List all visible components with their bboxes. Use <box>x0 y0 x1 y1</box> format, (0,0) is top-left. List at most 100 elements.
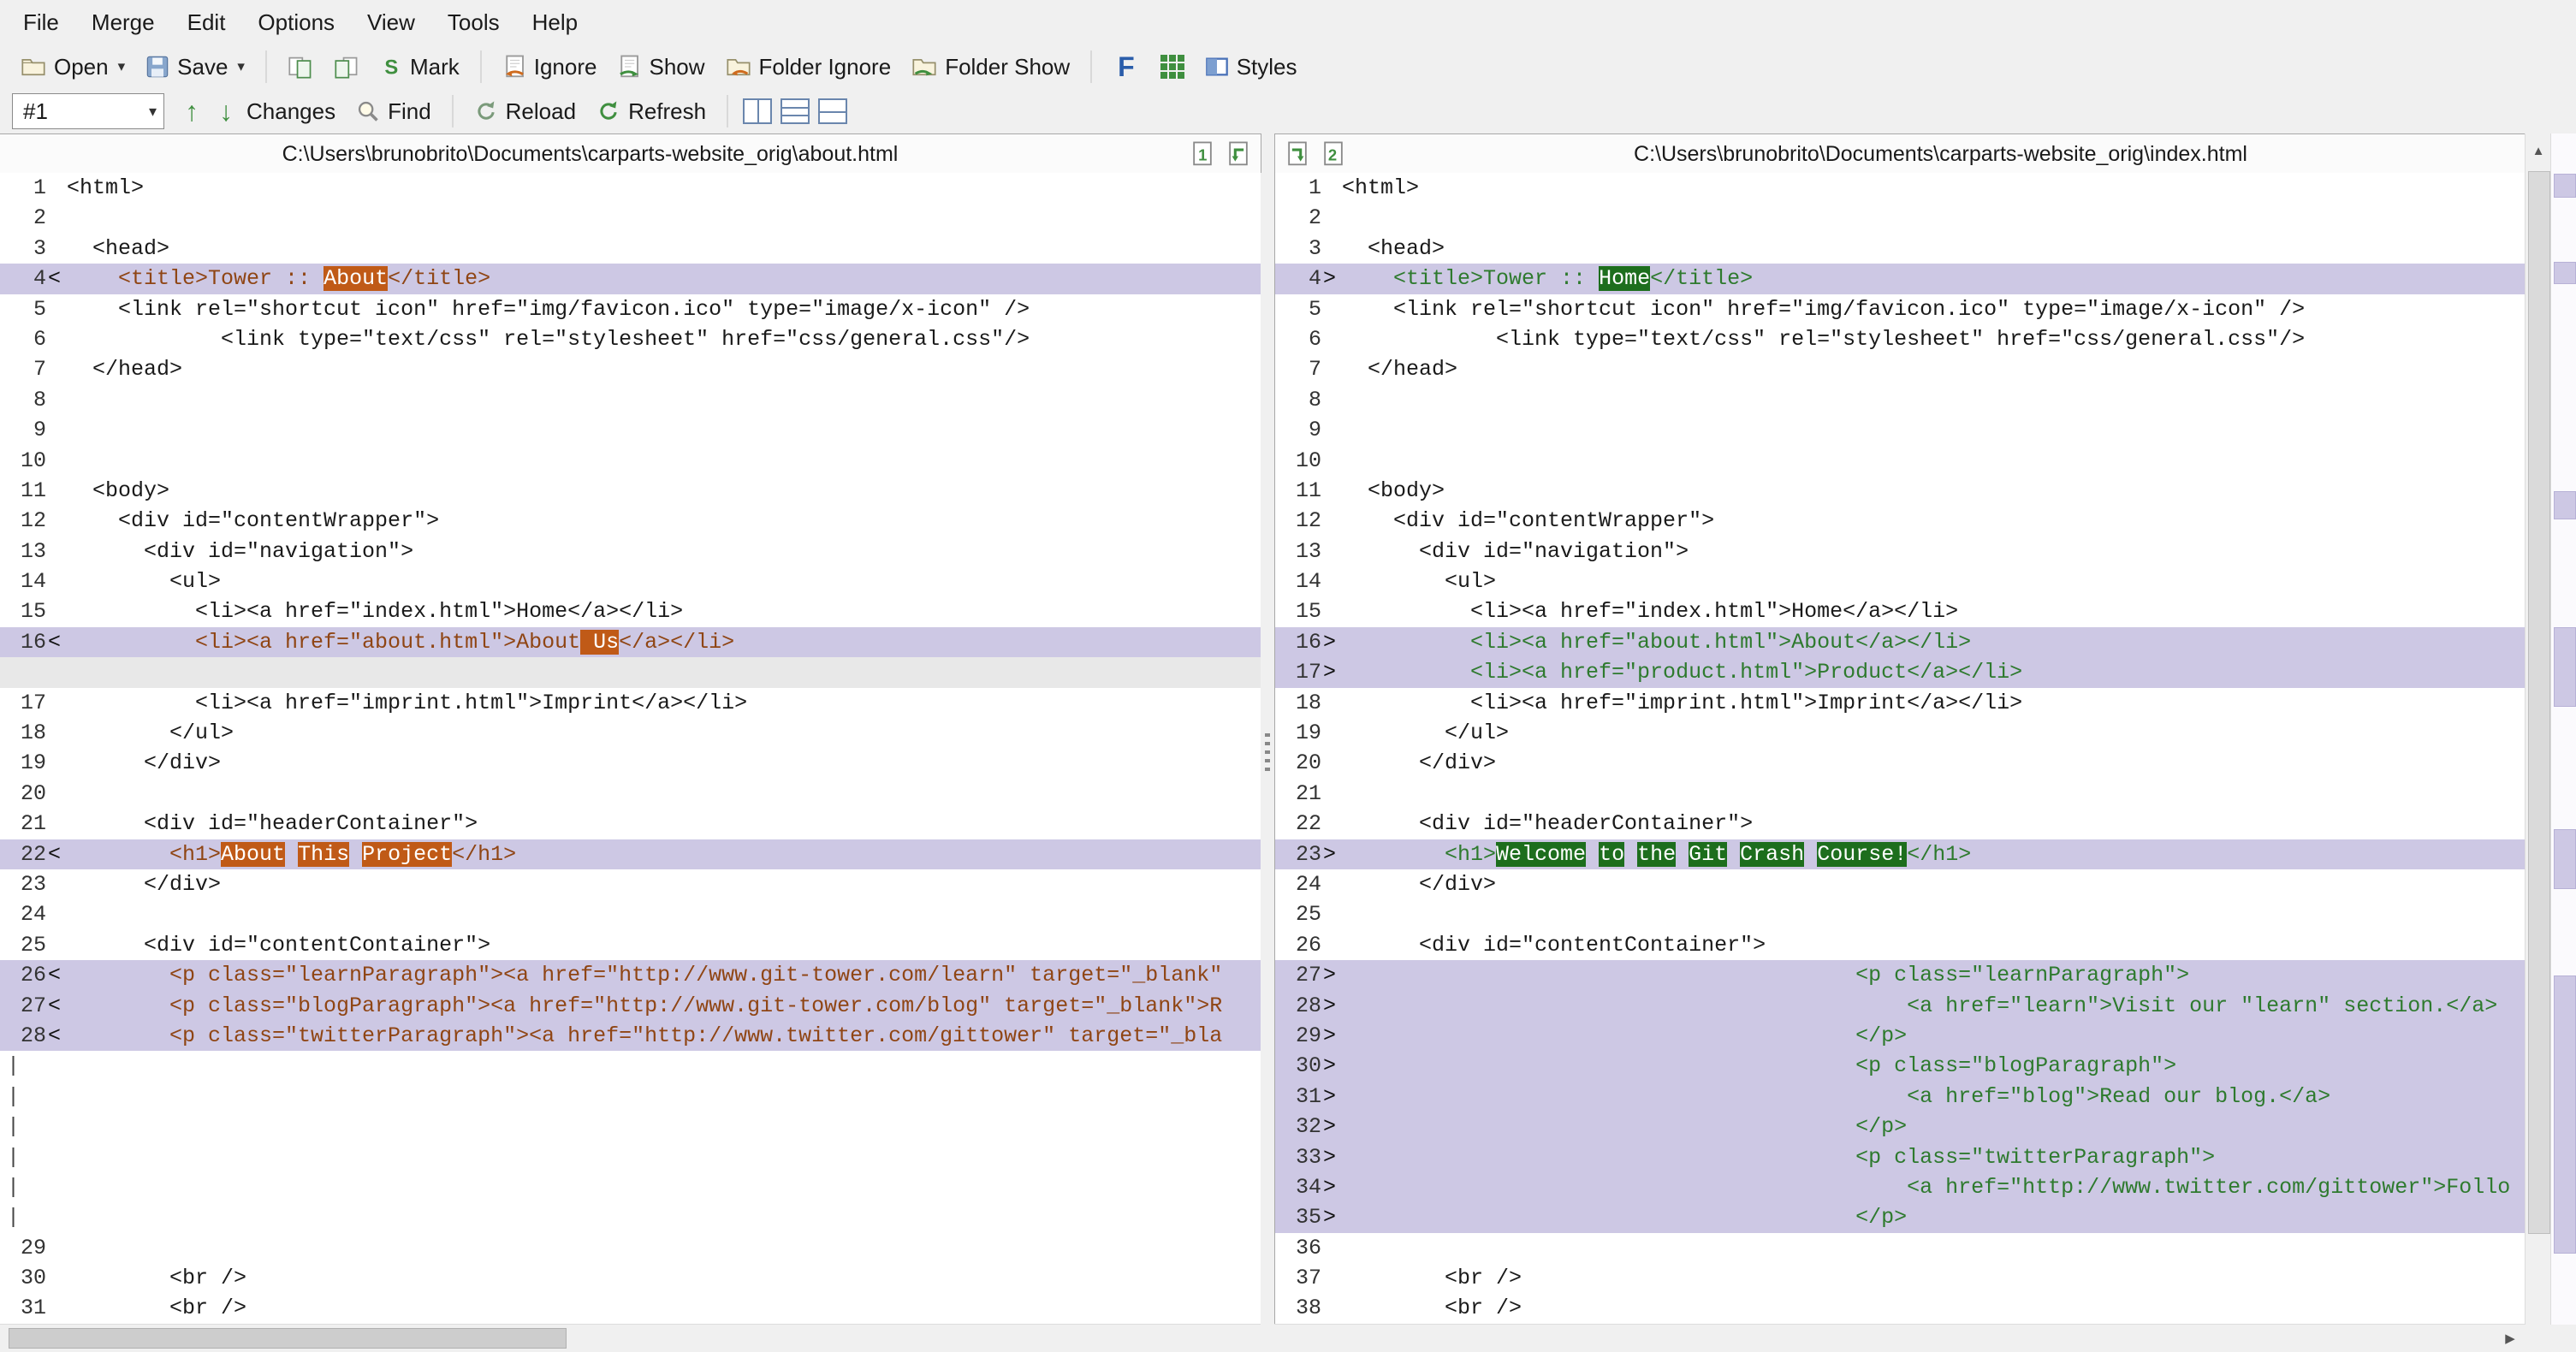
refresh-button[interactable]: Refresh <box>588 95 715 128</box>
pane-splitter[interactable] <box>1261 173 1274 1325</box>
code-line[interactable]: 6 <link type="text/css" rel="stylesheet"… <box>1275 324 2526 354</box>
code-line[interactable]: 33> <p class="twitterParagraph"> <box>1275 1141 2526 1172</box>
code-line[interactable]: 14 <ul> <box>1275 566 2526 596</box>
code-line[interactable]: 21 <box>1275 779 2526 809</box>
code-line[interactable]: 20 </div> <box>1275 748 2526 778</box>
code-line[interactable]: 35> </p> <box>1275 1202 2526 1233</box>
code-line[interactable]: 30 <br /> <box>0 1263 1261 1293</box>
diff-location-mark[interactable] <box>2554 627 2576 707</box>
code-line[interactable]: 18 <li><a href="imprint.html">Imprint</a… <box>1275 688 2526 718</box>
save-button[interactable]: Save ▾ <box>137 50 253 84</box>
code-line[interactable]: 27> <p class="learnParagraph"> <box>1275 960 2526 991</box>
diff-location-bar[interactable] <box>2550 133 2576 1352</box>
scroll-right-button[interactable]: ▶ <box>2496 1325 2525 1352</box>
right-horizontal-scrollbar[interactable]: ▶ <box>1274 1324 2525 1352</box>
code-line[interactable]: 24 <box>0 899 1261 929</box>
code-line[interactable]: 13 <div id="navigation"> <box>0 537 1261 566</box>
alignment-gap-row[interactable]: | <box>0 1202 1261 1233</box>
left-code-pane[interactable]: 1 <html> 2 3 <head> 4< <title>Tower :: About… <box>0 173 1261 1325</box>
find-button[interactable]: Find <box>347 95 440 128</box>
menu-edit[interactable]: Edit <box>171 0 242 44</box>
menu-tools[interactable]: Tools <box>431 0 516 44</box>
alignment-gap-row[interactable]: | <box>0 1141 1261 1172</box>
code-line[interactable]: 22 <div id="headerContainer"> <box>1275 809 2526 839</box>
menu-options[interactable]: Options <box>241 0 351 44</box>
code-line[interactable]: 10 <box>0 446 1261 476</box>
code-line[interactable]: 36 <box>1275 1233 2526 1263</box>
scroll-up-button[interactable]: ▲ <box>2526 133 2551 168</box>
vertical-scrollbar[interactable]: ▲ ▼ <box>2525 133 2551 1352</box>
code-line[interactable]: 4> <title>Tower :: Home</title> <box>1275 264 2526 294</box>
code-line[interactable]: 19 </div> <box>0 748 1261 778</box>
code-line[interactable]: 1 <html> <box>0 173 1261 203</box>
code-line[interactable]: 3 <head> <box>1275 234 2526 264</box>
styles-button[interactable]: Styles <box>1196 50 1306 84</box>
code-line[interactable]: 19 </ul> <box>1275 718 2526 748</box>
code-line[interactable]: 6 <link type="text/css" rel="stylesheet"… <box>0 324 1261 354</box>
code-line[interactable]: 15 <li><a href="index.html">Home</a></li… <box>1275 596 2526 626</box>
open-dropdown-caret[interactable]: ▾ <box>118 58 126 75</box>
merge-to-right-icon[interactable] <box>1282 138 1313 170</box>
code-line[interactable]: 26< <p class="learnParagraph"><a href="h… <box>0 960 1261 991</box>
code-line[interactable]: 25 <div id="contentContainer"> <box>0 930 1261 960</box>
code-line[interactable]: 9 <box>1275 415 2526 445</box>
code-line[interactable]: 13 <div id="navigation"> <box>1275 537 2526 566</box>
code-line[interactable]: 16> <li><a href="about.html">About</a></… <box>1275 626 2526 658</box>
code-line[interactable]: 23> <h1>Welcome to the Git Crash Course!… <box>1275 839 2526 869</box>
merge-to-left-icon[interactable] <box>1223 138 1254 170</box>
split-two-rows-layout-button[interactable] <box>818 98 848 124</box>
code-line[interactable]: 15 <li><a href="index.html">Home</a></li… <box>0 596 1261 626</box>
menu-help[interactable]: Help <box>516 0 594 44</box>
diff-location-mark[interactable] <box>2554 975 2576 1254</box>
folder-show-button[interactable]: Folder Show <box>903 50 1078 84</box>
mark-button[interactable]: S Mark <box>371 50 468 84</box>
code-line[interactable]: 16< <li><a href="about.html">About Us</a… <box>0 626 1261 658</box>
code-line[interactable]: 20 <box>0 779 1261 809</box>
code-line[interactable]: 30> <p class="blogParagraph"> <box>1275 1051 2526 1082</box>
left-horizontal-scrollbar[interactable] <box>0 1324 1261 1352</box>
pane1-indicator-icon[interactable]: 1 <box>1187 138 1218 170</box>
diff-location-mark[interactable] <box>2554 491 2576 519</box>
split-vertical-layout-button[interactable] <box>743 98 773 124</box>
diff-location-mark[interactable] <box>2554 829 2576 889</box>
next-change-button[interactable]: ↓ <box>211 94 241 128</box>
code-line[interactable]: 18 </ul> <box>0 718 1261 748</box>
reload-button[interactable]: Reload <box>466 95 585 128</box>
code-line[interactable]: 12 <div id="contentWrapper"> <box>0 506 1261 536</box>
code-line[interactable]: 5 <link rel="shortcut icon" href="img/fa… <box>0 294 1261 324</box>
code-line[interactable]: 29 <box>0 1233 1261 1263</box>
code-line[interactable]: 29> </p> <box>1275 1020 2526 1052</box>
previous-change-button[interactable]: ↑ <box>176 94 207 128</box>
code-line[interactable]: 23 </div> <box>0 869 1261 899</box>
split-horizontal-layout-button[interactable] <box>781 98 810 124</box>
alignment-gap-row[interactable]: | <box>0 1051 1261 1082</box>
code-line[interactable]: 28< <p class="twitterParagraph"><a href=… <box>0 1020 1261 1052</box>
code-line[interactable]: 34> <a href="http://www.twitter.com/gitt… <box>1275 1171 2526 1203</box>
code-line[interactable]: 11 <body> <box>0 476 1261 506</box>
code-line[interactable]: 3 <head> <box>0 234 1261 264</box>
code-line[interactable]: 4< <title>Tower :: About</title> <box>0 264 1261 294</box>
diff-location-mark[interactable] <box>2554 174 2576 198</box>
code-line[interactable]: 17> <li><a href="product.html">Product</… <box>1275 657 2526 688</box>
copy-to-left-button[interactable] <box>279 51 322 82</box>
code-line[interactable]: 25 <box>1275 899 2526 929</box>
diff-location-mark[interactable] <box>2554 262 2576 284</box>
code-line[interactable]: 31> <a href="blog">Read our blog.</a> <box>1275 1081 2526 1112</box>
code-line[interactable]: 10 <box>1275 446 2526 476</box>
code-line[interactable]: 7 </head> <box>0 354 1261 384</box>
copy-to-right-button[interactable] <box>325 51 368 82</box>
grid-view-button[interactable] <box>1152 51 1193 82</box>
show-button[interactable]: Show <box>608 50 713 84</box>
code-line[interactable]: 38 <br /> <box>1275 1293 2526 1323</box>
code-line[interactable]: 2 <box>0 203 1261 233</box>
alignment-gap-row[interactable]: | <box>0 1112 1261 1142</box>
code-line[interactable]: 8 <box>0 385 1261 415</box>
ignore-button[interactable]: Ignore <box>494 50 606 84</box>
save-dropdown-caret[interactable]: ▾ <box>237 58 245 75</box>
diff-selector-caret[interactable]: ▾ <box>149 103 157 121</box>
code-line[interactable]: 32> </p> <box>1275 1112 2526 1142</box>
code-line[interactable]: 12 <div id="contentWrapper"> <box>1275 506 2526 536</box>
folder-ignore-button[interactable]: Folder Ignore <box>717 50 900 84</box>
code-line[interactable]: 31 <br /> <box>0 1293 1261 1323</box>
code-line[interactable]: 22< <h1>About This Project</h1> <box>0 839 1261 869</box>
